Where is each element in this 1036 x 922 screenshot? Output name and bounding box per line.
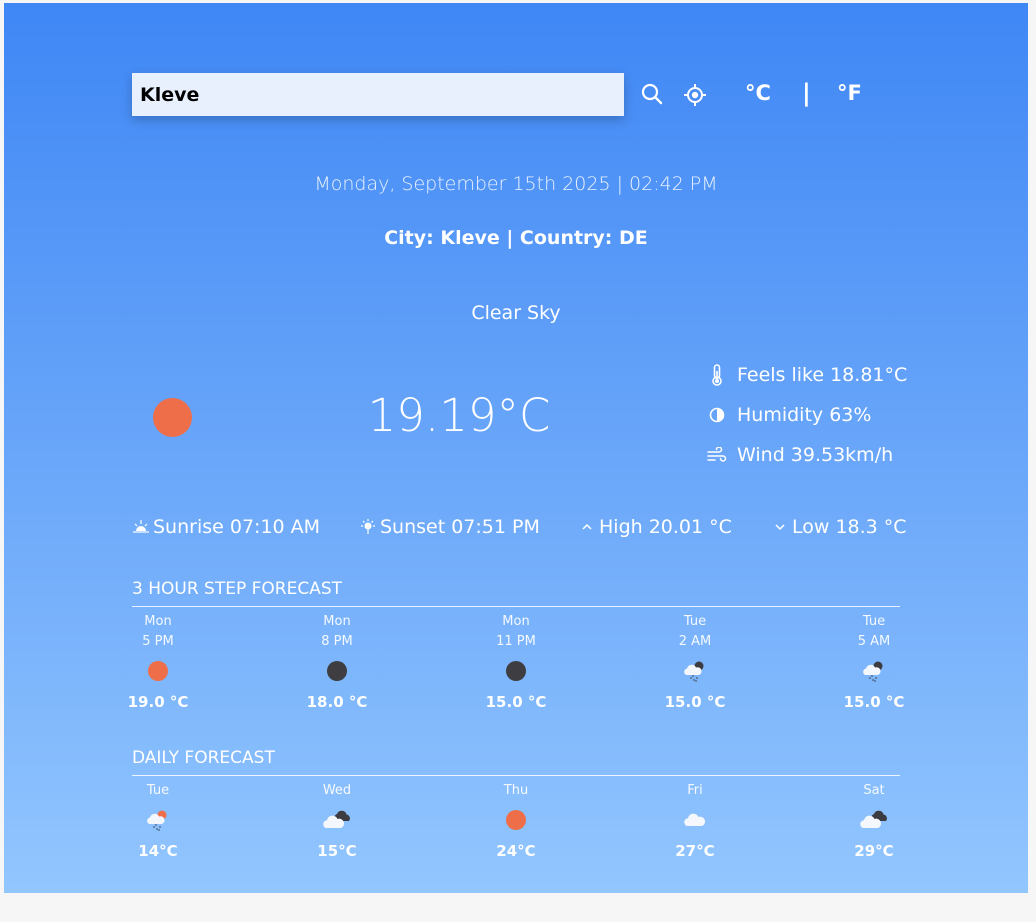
- forecast-day: Mon: [502, 614, 530, 629]
- hourly-forecast-item: Mon 8 PM 18.0 °C: [307, 613, 368, 713]
- daily-forecast-item: Sat 29°C: [848, 782, 900, 862]
- forecast-temp: 14°C: [138, 842, 178, 860]
- wind-icon: [707, 444, 727, 466]
- celsius-button[interactable]: °C: [745, 81, 771, 105]
- forecast-day: Tue: [146, 783, 170, 798]
- sunset-icon: [359, 519, 377, 535]
- sunrise-info: Sunrise 07:10 AM: [132, 516, 320, 538]
- sunrise-icon: [132, 519, 150, 535]
- sun-icon: [148, 653, 168, 689]
- sun-icon: [506, 802, 526, 838]
- feels-like-text: Feels like 18.81°C: [737, 364, 908, 386]
- rain-cloud-moon-icon: [682, 653, 708, 689]
- fahrenheit-button[interactable]: °F: [837, 81, 862, 105]
- rain-cloud-sun-icon: [145, 802, 171, 838]
- high-info: High 20.01 °C: [582, 516, 732, 538]
- forecast-time: 8 PM: [321, 634, 353, 649]
- forecast-day: Sat: [863, 783, 885, 798]
- forecast-day: Thu: [503, 783, 529, 798]
- low-text: Low 18.3 °C: [792, 516, 907, 538]
- unit-separator: |: [802, 79, 811, 107]
- forecast-temp: 15.0 °C: [485, 693, 547, 711]
- high-text: High 20.01 °C: [599, 516, 732, 538]
- daily-forecast-list: Tue 14°C Wed 15°C Thu 24°C Fri 27°C Sat 29°C: [132, 782, 900, 862]
- forecast-temp: 18.0 °C: [306, 693, 368, 711]
- forecast-day: Tue: [683, 614, 707, 629]
- humidity-icon: [707, 404, 727, 426]
- rain-cloud-moon-icon: [861, 653, 887, 689]
- cloud-icon: [681, 802, 709, 838]
- sunset-text: Sunset 07:51 PM: [380, 516, 540, 538]
- forecast-temp: 27°C: [675, 842, 715, 860]
- forecast-day: Mon: [323, 614, 351, 629]
- forecast-day: Fri: [687, 783, 703, 798]
- daily-forecast-title: DAILY FORECAST: [132, 748, 900, 776]
- daily-forecast-item: Fri 27°C: [669, 782, 721, 862]
- wind-row: Wind 39.53km/h: [707, 444, 893, 466]
- forecast-time: 5 AM: [857, 634, 891, 649]
- forecast-temp: 29°C: [854, 842, 894, 860]
- broken-clouds-icon: [322, 802, 352, 838]
- weather-description: Clear Sky: [471, 302, 561, 324]
- location-label: City: Kleve | Country: DE: [384, 227, 648, 249]
- broken-clouds-icon: [859, 802, 889, 838]
- daily-forecast-item: Thu 24°C: [490, 782, 542, 862]
- hourly-forecast-item: Tue 2 AM 15.0 °C: [665, 613, 726, 713]
- forecast-time: 11 PM: [496, 634, 536, 649]
- humidity-text: Humidity 63%: [737, 404, 872, 426]
- forecast-temp: 24°C: [496, 842, 536, 860]
- hourly-forecast-item: Mon 11 PM 15.0 °C: [486, 613, 547, 713]
- forecast-time: 2 AM: [678, 634, 712, 649]
- wind-text: Wind 39.53km/h: [737, 444, 894, 466]
- sunset-info: Sunset 07:51 PM: [359, 516, 540, 538]
- date-time: Monday, September 15th 2025 | 02:42 PM: [314, 173, 718, 195]
- sunrise-text: Sunrise 07:10 AM: [153, 516, 321, 538]
- forecast-temp: 15°C: [317, 842, 357, 860]
- location-target-icon[interactable]: [683, 83, 707, 111]
- daily-forecast-item: Wed 15°C: [311, 782, 363, 862]
- humidity-row: Humidity 63%: [707, 404, 871, 426]
- forecast-temp: 15.0 °C: [664, 693, 726, 711]
- forecast-time: 5 PM: [142, 634, 174, 649]
- chevron-up-icon: [582, 523, 592, 531]
- hourly-forecast-item: Tue 5 AM 15.0 °C: [844, 613, 905, 713]
- forecast-day: Wed: [322, 783, 352, 798]
- hourly-forecast-item: Mon 5 PM 19.0 °C: [128, 613, 189, 713]
- chevron-down-icon: [775, 523, 785, 531]
- search-input[interactable]: [140, 83, 616, 106]
- search-box: [132, 73, 624, 116]
- hourly-forecast-list: Mon 5 PM 19.0 °C Mon 8 PM 18.0 °C Mon 11 PM 15.0…: [128, 613, 905, 713]
- daily-forecast-item: Tue 14°C: [132, 782, 184, 862]
- weather-app: °C | °F Monday, September 15th 2025 | 02…: [4, 3, 1028, 893]
- sun-icon: [153, 398, 192, 437]
- thermometer-icon: [707, 364, 727, 386]
- forecast-day: Mon: [144, 614, 172, 629]
- forecast-temp: 15.0 °C: [843, 693, 905, 711]
- search-icon[interactable]: [641, 83, 663, 109]
- current-temperature: 19.19°C: [367, 389, 551, 442]
- forecast-day: Tue: [862, 614, 886, 629]
- moon-icon: [327, 653, 347, 689]
- forecast-temp: 19.0 °C: [127, 693, 189, 711]
- hourly-forecast-title: 3 HOUR STEP FORECAST: [132, 579, 900, 607]
- feels-like-row: Feels like 18.81°C: [707, 364, 907, 386]
- low-info: Low 18.3 °C: [775, 516, 907, 538]
- moon-icon: [506, 653, 526, 689]
